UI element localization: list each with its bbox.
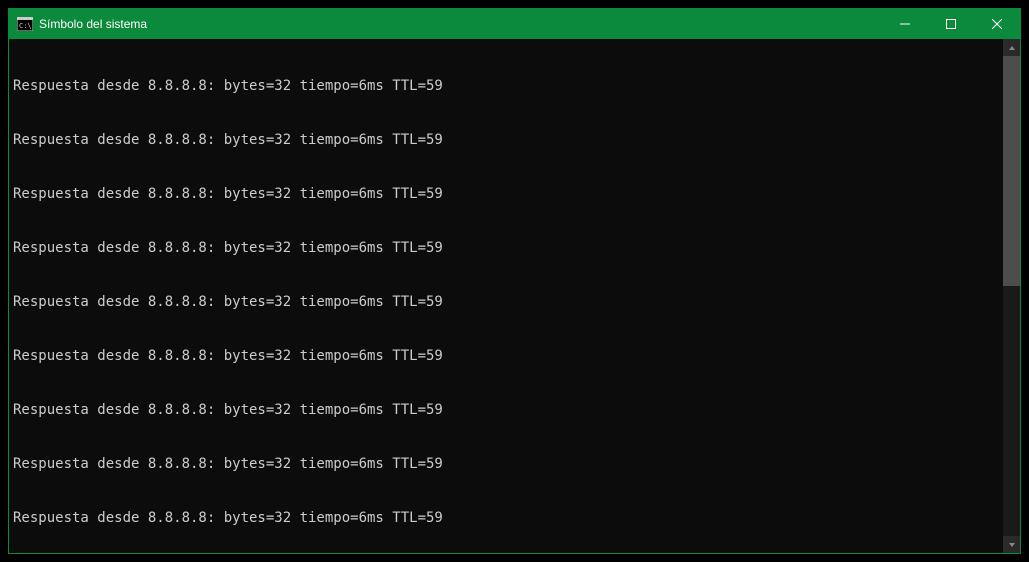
svg-text:C:\: C:\ [19,22,32,30]
ping-reply-line: Respuesta desde 8.8.8.8: bytes=32 tiempo… [13,131,1002,149]
terminal-area[interactable]: Respuesta desde 8.8.8.8: bytes=32 tiempo… [9,39,1020,553]
terminal-content: Respuesta desde 8.8.8.8: bytes=32 tiempo… [13,41,1002,553]
cmd-icon: C:\ [17,17,33,31]
ping-reply-line: Respuesta desde 8.8.8.8: bytes=32 tiempo… [13,401,1002,419]
ping-reply-line: Respuesta desde 8.8.8.8: bytes=32 tiempo… [13,239,1002,257]
scroll-down-button[interactable] [1003,536,1020,553]
window-controls [882,9,1020,39]
titlebar[interactable]: C:\ Símbolo del sistema [9,9,1020,39]
command-prompt-window: C:\ Símbolo del sistema Respuesta desde … [8,8,1021,554]
scrollbar[interactable] [1003,39,1020,553]
ping-reply-line: Respuesta desde 8.8.8.8: bytes=32 tiempo… [13,347,1002,365]
window-title: Símbolo del sistema [39,17,147,31]
ping-reply-line: Respuesta desde 8.8.8.8: bytes=32 tiempo… [13,77,1002,95]
ping-reply-line: Respuesta desde 8.8.8.8: bytes=32 tiempo… [13,293,1002,311]
close-button[interactable] [974,9,1020,39]
ping-reply-line: Respuesta desde 8.8.8.8: bytes=32 tiempo… [13,509,1002,527]
scroll-thumb[interactable] [1003,56,1020,286]
maximize-button[interactable] [928,9,974,39]
ping-reply-line: Respuesta desde 8.8.8.8: bytes=32 tiempo… [13,185,1002,203]
ping-reply-line: Respuesta desde 8.8.8.8: bytes=32 tiempo… [13,455,1002,473]
minimize-button[interactable] [882,9,928,39]
scroll-up-button[interactable] [1003,39,1020,56]
